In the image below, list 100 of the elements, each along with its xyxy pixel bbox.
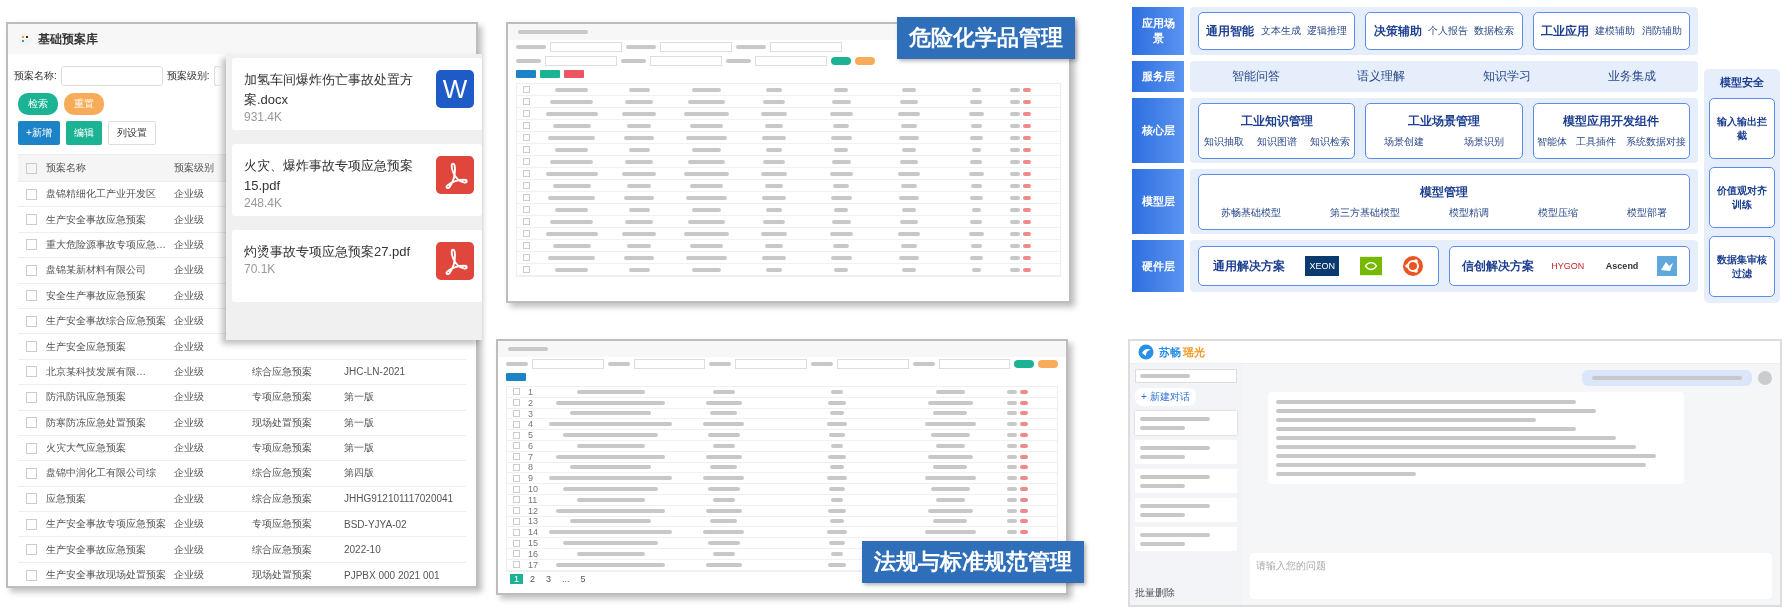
conversation-item[interactable] — [1135, 469, 1237, 493]
file-card[interactable]: 加氢车间爆炸伤亡事故处置方案.docx 931.4K W — [232, 58, 482, 130]
checkbox[interactable] — [513, 517, 520, 525]
dropdown[interactable] — [650, 56, 722, 66]
checkbox[interactable] — [513, 539, 520, 547]
checkbox[interactable] — [523, 206, 530, 213]
window-title: 基础预案库 — [38, 30, 98, 48]
reset-button[interactable] — [1038, 360, 1058, 368]
checkbox[interactable] — [26, 366, 37, 378]
checkbox[interactable] — [513, 420, 520, 428]
search-field[interactable] — [1135, 369, 1237, 383]
checkbox[interactable] — [513, 496, 520, 504]
page-button[interactable]: 2 — [526, 573, 540, 584]
checkbox[interactable] — [513, 388, 520, 396]
blurred-text — [705, 562, 742, 567]
page-button[interactable]: ... — [558, 573, 574, 584]
checkbox[interactable] — [513, 528, 520, 536]
checkbox[interactable] — [523, 182, 530, 189]
checkbox[interactable] — [513, 507, 520, 515]
edit-button[interactable] — [540, 70, 560, 78]
checkbox[interactable] — [523, 134, 530, 141]
checkbox[interactable] — [26, 214, 37, 226]
checkbox[interactable] — [26, 417, 37, 429]
checkbox[interactable] — [523, 170, 530, 177]
table-cell: 综合应急预案 — [252, 542, 312, 557]
checkbox[interactable] — [523, 254, 530, 261]
blurred-text — [518, 30, 588, 34]
checkbox[interactable] — [523, 266, 530, 273]
blurred-text — [970, 123, 982, 128]
checkbox[interactable] — [523, 194, 530, 201]
search-button[interactable] — [1014, 360, 1035, 368]
column-header[interactable]: 预案级别 — [174, 161, 214, 175]
page-button[interactable]: 5 — [576, 573, 590, 584]
conversation-item[interactable] — [1135, 411, 1237, 435]
filter-label: 预案名称: — [14, 69, 57, 83]
add-button[interactable] — [516, 70, 536, 78]
checkbox[interactable] — [523, 242, 530, 249]
checkbox[interactable] — [26, 493, 37, 505]
reset-button[interactable] — [855, 57, 875, 65]
checkbox[interactable] — [513, 431, 520, 439]
checkbox[interactable] — [523, 98, 530, 105]
dropdown[interactable] — [545, 56, 617, 66]
checkbox[interactable] — [523, 158, 530, 165]
checkbox[interactable] — [26, 264, 37, 276]
column-header[interactable]: 预案名称 — [46, 161, 86, 175]
checkbox[interactable] — [523, 110, 530, 117]
search-button[interactable] — [831, 57, 851, 65]
checkbox[interactable] — [523, 122, 530, 129]
checkbox[interactable] — [513, 442, 520, 450]
blurred-text — [550, 159, 593, 164]
checkbox[interactable] — [513, 474, 520, 482]
checkbox[interactable] — [26, 468, 37, 479]
conversation-item[interactable] — [1135, 498, 1237, 522]
conversation-item[interactable] — [1135, 440, 1237, 464]
checkbox[interactable] — [26, 391, 37, 403]
dropdown[interactable] — [755, 56, 827, 66]
add-button[interactable]: +新增 — [18, 121, 60, 145]
card-item: 文本生成 — [1260, 24, 1301, 38]
checkbox[interactable] — [513, 463, 520, 471]
card-title: 工业场景管理 — [1408, 112, 1480, 130]
checkbox[interactable] — [26, 162, 37, 174]
checkbox[interactable] — [513, 399, 520, 407]
file-card[interactable]: 火灾、爆炸事故专项应急预案15.pdf 248.4K — [232, 144, 482, 216]
checkbox[interactable] — [523, 86, 530, 93]
checkbox[interactable] — [513, 561, 520, 569]
blurred-text — [924, 530, 976, 535]
checkbox[interactable] — [26, 188, 37, 200]
checkbox[interactable] — [26, 290, 37, 302]
blurred-text — [626, 45, 656, 49]
table-cell: 2022-10 — [344, 544, 381, 556]
settings-button[interactable]: 列设置 — [107, 121, 156, 145]
conversation-item[interactable] — [1135, 527, 1237, 551]
checkbox[interactable] — [26, 569, 37, 581]
checkbox[interactable] — [513, 550, 520, 558]
checkbox[interactable] — [523, 230, 530, 237]
file-card[interactable]: 灼烫事故专项应急预案27.pdf 70.1K — [232, 230, 482, 302]
checkbox[interactable] — [523, 146, 530, 153]
table-cell: 专项应急预案 — [252, 441, 312, 456]
checkbox[interactable] — [513, 453, 520, 461]
blurred-text — [516, 45, 546, 49]
blurred-text — [1140, 474, 1210, 479]
new-chat-button[interactable]: + 新建对话 — [1135, 388, 1196, 406]
checkbox[interactable] — [513, 410, 520, 417]
blurred-text — [762, 255, 786, 260]
checkbox[interactable] — [523, 218, 530, 225]
checkbox[interactable] — [26, 315, 37, 327]
checkbox[interactable] — [26, 341, 37, 353]
add-button[interactable] — [506, 373, 526, 381]
batch-delete-link[interactable]: 批量删除 — [1135, 586, 1175, 600]
checkbox[interactable] — [26, 239, 37, 251]
checkbox[interactable] — [26, 544, 37, 556]
checkbox[interactable] — [26, 518, 37, 530]
blurred-text — [692, 267, 721, 272]
blurred-text — [764, 183, 784, 188]
blurred-text — [1009, 147, 1020, 152]
page-button[interactable]: 3 — [542, 573, 556, 584]
delete-button[interactable] — [564, 70, 584, 78]
checkbox[interactable] — [513, 485, 520, 493]
blurred-text — [810, 362, 833, 366]
checkbox[interactable] — [26, 442, 37, 454]
